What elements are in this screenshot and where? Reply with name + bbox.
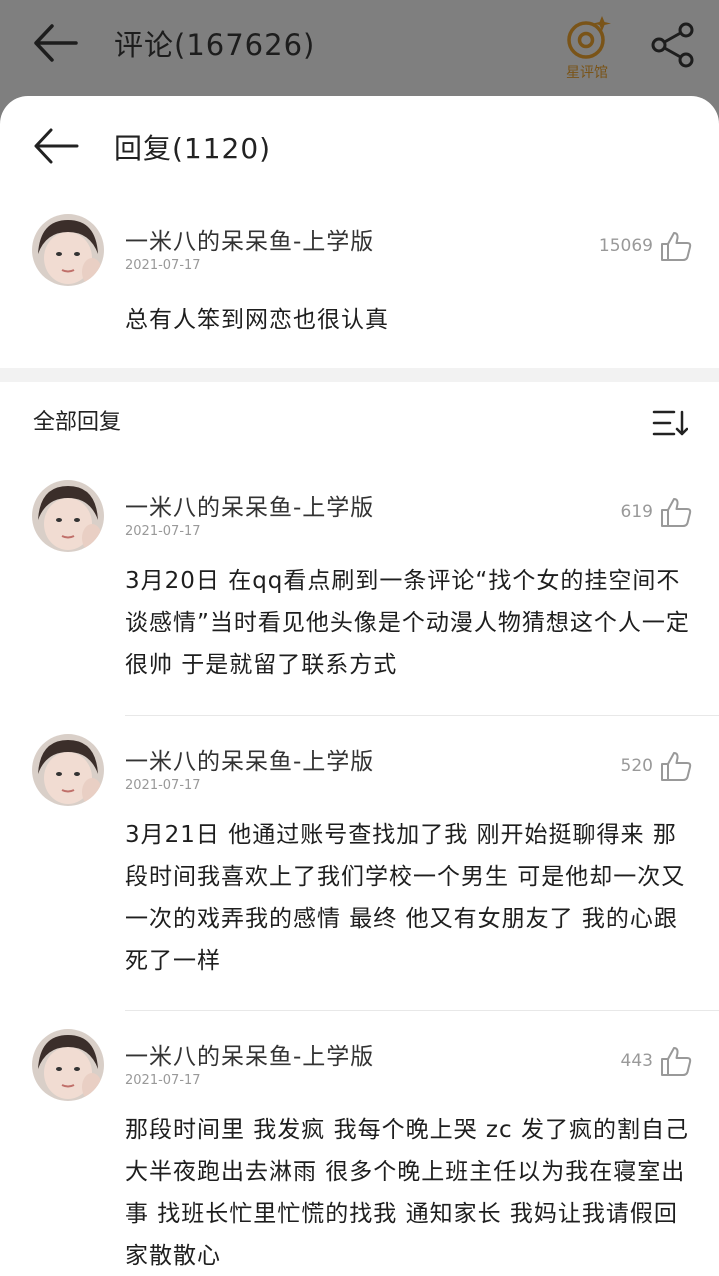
comment-date: 2021-07-17: [125, 1073, 201, 1088]
avatar-photo: [32, 1029, 104, 1101]
comment-text: 总有人笨到网恋也很认真: [125, 307, 389, 333]
comment-text: 那段时间里 我发疯 我每个晚上哭 zc 发了疯的割自己 大半夜跑出去淋雨 很多个…: [125, 1117, 689, 1269]
avatar[interactable]: [32, 734, 104, 806]
comments-title: 评论(167626): [114, 28, 316, 62]
like-button[interactable]: 443: [621, 1045, 693, 1077]
star-hall-label: 星评馆: [566, 65, 608, 81]
like-count: 520: [620, 756, 653, 776]
avatar-photo: [32, 214, 104, 286]
avatar-photo: [32, 480, 104, 552]
comment-date: 2021-07-17: [125, 524, 201, 539]
section-divider: [0, 368, 719, 382]
like-button[interactable]: 520: [621, 750, 693, 782]
share-icon[interactable]: [648, 20, 698, 70]
reply-sheet-header: 回复(1120): [0, 96, 719, 196]
like-count: 619: [620, 502, 653, 522]
top-app-bar: 评论(167626) 星评馆: [0, 0, 719, 96]
like-button[interactable]: 15069: [599, 230, 693, 262]
avatar[interactable]: [32, 214, 104, 286]
reply-item: 一米八的呆呆鱼-上学版 2021-07-17 443 那段时间里 我发疯 我每个…: [0, 1011, 719, 1276]
comment-date: 2021-07-17: [125, 258, 201, 273]
comment-date: 2021-07-17: [125, 778, 201, 793]
reply-item: 一米八的呆呆鱼-上学版 2021-07-17 619 3月20日 在qq看点刷到…: [0, 462, 719, 716]
all-replies-heading: 全部回复: [33, 410, 122, 435]
reply-item: 一米八的呆呆鱼-上学版 2021-07-17 520 3月21日 他通过账号查找…: [0, 716, 719, 1010]
username[interactable]: 一米八的呆呆鱼-上学版: [125, 1037, 374, 1071]
avatar[interactable]: [32, 1029, 104, 1101]
like-count: 443: [620, 1051, 653, 1071]
star-hall-button[interactable]: 星评馆: [556, 14, 618, 84]
username[interactable]: 一米八的呆呆鱼-上学版: [125, 222, 374, 256]
avatar[interactable]: [32, 480, 104, 552]
thumbs-up-icon: [661, 498, 692, 527]
sort-icon[interactable]: [652, 408, 688, 438]
username[interactable]: 一米八的呆呆鱼-上学版: [125, 488, 374, 522]
reply-title: 回复(1120): [114, 132, 272, 165]
like-count: 15069: [598, 236, 653, 256]
reply-sheet: 回复(1120) 一米八的呆呆鱼-上学版 2021-07-17 15069 总有…: [0, 96, 719, 1276]
main-comment: 一米八的呆呆鱼-上学版 2021-07-17 15069 总有人笨到网恋也很认真: [0, 196, 719, 368]
back-arrow-icon[interactable]: [30, 20, 82, 66]
comment-text: 3月21日 他通过账号查找加了我 刚开始挺聊得来 那段时间我喜欢上了我们学校一个…: [125, 822, 686, 974]
like-button[interactable]: 619: [621, 496, 693, 528]
avatar-photo: [32, 734, 104, 806]
back-arrow-icon[interactable]: [32, 126, 80, 166]
thumbs-up-icon: [661, 1047, 692, 1076]
star-target-icon: [567, 16, 611, 59]
username[interactable]: 一米八的呆呆鱼-上学版: [125, 742, 374, 776]
thumbs-up-icon: [661, 232, 692, 261]
thumbs-up-icon: [661, 752, 692, 781]
comment-text: 3月20日 在qq看点刷到一条评论“找个女的挂空间不谈感情”当时看见他头像是个动…: [125, 568, 690, 678]
